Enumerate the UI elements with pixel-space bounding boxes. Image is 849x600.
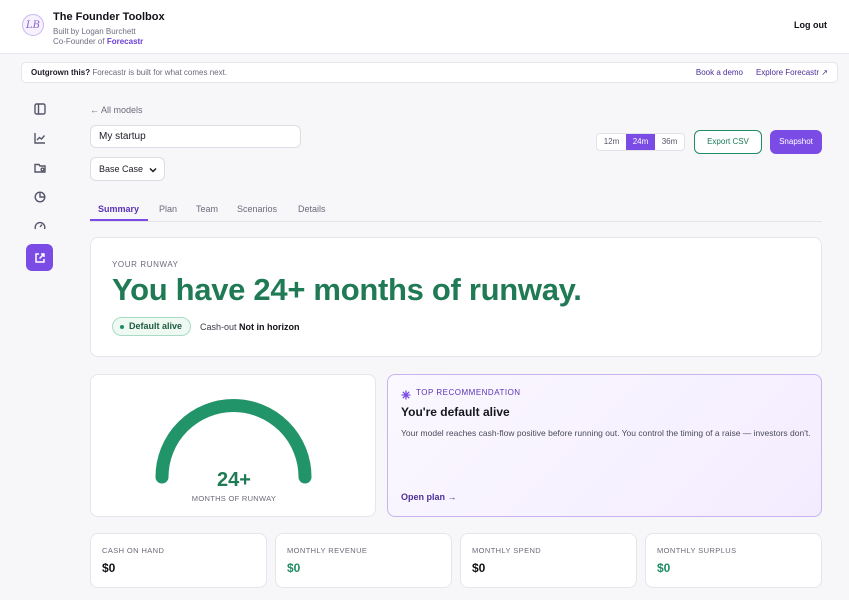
- tab-team[interactable]: Team: [196, 204, 218, 214]
- stat-monthly-spend: MONTHLY SPEND $0: [460, 533, 637, 588]
- runway-eyebrow: YOUR RUNWAY: [112, 260, 179, 269]
- upgrade-banner: Outgrown this? Forecastr is built for wh…: [21, 62, 838, 83]
- cofounder-prefix: Co-Founder of: [53, 37, 105, 46]
- runway-headline: You have 24+ months of runway.: [112, 272, 582, 307]
- logout-button[interactable]: Log out: [794, 20, 827, 30]
- cofounder-line: Co-Founder of Forecastr: [53, 37, 165, 47]
- stat-value: $0: [287, 561, 301, 575]
- snapshot-button[interactable]: Snapshot: [770, 130, 822, 154]
- horizon-toggle: 12m 24m 36m: [596, 133, 685, 151]
- explore-forecastr-link[interactable]: Explore Forecastr ↗: [756, 68, 828, 77]
- gauge-fill: [155, 399, 312, 484]
- stat-label: MONTHLY SPEND: [472, 546, 542, 555]
- stat-value: $0: [102, 561, 116, 575]
- runway-card: YOUR RUNWAY You have 24+ months of runwa…: [90, 237, 822, 357]
- banner-text: Outgrown this? Forecastr is built for wh…: [31, 68, 227, 77]
- panel-icon[interactable]: [33, 102, 46, 115]
- app-title: The Founder Toolbox: [53, 11, 165, 23]
- top-bar: LB The Founder Toolbox Built by Logan Bu…: [0, 0, 849, 54]
- chevron-down-icon: [148, 165, 158, 175]
- stat-label: CASH ON HAND: [102, 546, 165, 555]
- gauge-icon[interactable]: [33, 219, 46, 232]
- stat-value: $0: [657, 561, 671, 575]
- runway-gauge-card: 24+ MONTHS OF RUNWAY: [90, 374, 376, 517]
- logo-icon: LB: [22, 14, 44, 36]
- stat-label: MONTHLY SURPLUS: [657, 546, 737, 555]
- recommendation-card: TOP RECOMMENDATION You're default alive …: [387, 374, 822, 517]
- external-link-icon[interactable]: [26, 244, 53, 271]
- banner-lead: Outgrown this?: [31, 68, 91, 77]
- cashout-info: Cash-out Not in horizon: [200, 322, 300, 332]
- open-plan-link[interactable]: Open plan →: [401, 492, 457, 502]
- tab-plan[interactable]: Plan: [159, 204, 177, 214]
- scenario-select[interactable]: Base Case: [90, 157, 165, 181]
- recommendation-eyebrow: TOP RECOMMENDATION: [416, 388, 521, 397]
- banner-body: Forecastr is built for what comes next.: [92, 68, 228, 77]
- cashout-label: Cash-out: [200, 322, 237, 332]
- export-csv-button[interactable]: Export CSV: [694, 130, 762, 154]
- book-demo-link[interactable]: Book a demo: [696, 68, 743, 77]
- app-subtitle: Built by Logan Burchett: [53, 27, 136, 36]
- cofounder-brand-link[interactable]: Forecastr: [107, 37, 143, 46]
- brand-block: The Founder Toolbox Built by Logan Burch…: [53, 11, 165, 47]
- status-badge-label: Default alive: [129, 321, 183, 331]
- horizon-24m[interactable]: 24m: [626, 134, 655, 150]
- stat-monthly-revenue: MONTHLY REVENUE $0: [275, 533, 452, 588]
- chart-icon[interactable]: [33, 131, 46, 144]
- stat-cash-on-hand: CASH ON HAND $0: [90, 533, 267, 588]
- tab-summary[interactable]: Summary: [98, 204, 139, 214]
- tab-scenarios[interactable]: Scenarios: [237, 204, 277, 214]
- all-models-link[interactable]: ← All models: [90, 105, 143, 115]
- folder-icon[interactable]: [33, 161, 46, 174]
- tab-bar: Summary Plan Team Scenarios Details: [90, 200, 822, 222]
- model-name-input[interactable]: [90, 125, 301, 148]
- gauge-label: MONTHS OF RUNWAY: [191, 494, 277, 503]
- recommendation-title: You're default alive: [401, 405, 510, 419]
- stat-label: MONTHLY REVENUE: [287, 546, 368, 555]
- tab-details[interactable]: Details: [298, 204, 326, 214]
- recommendation-body: Your model reaches cash-flow positive be…: [401, 428, 811, 438]
- pie-icon[interactable]: [33, 190, 46, 203]
- stat-monthly-surplus: MONTHLY SURPLUS $0: [645, 533, 822, 588]
- gauge-track: [155, 399, 312, 484]
- gauge-value: 24+: [217, 469, 251, 491]
- horizon-36m[interactable]: 36m: [655, 134, 684, 150]
- sparkle-icon: [401, 387, 411, 400]
- cashout-value: Not in horizon: [239, 322, 300, 332]
- stat-value: $0: [472, 561, 486, 575]
- status-dot-icon: [120, 325, 124, 329]
- horizon-12m[interactable]: 12m: [597, 134, 626, 150]
- status-badge: Default alive: [112, 317, 192, 336]
- active-tab-indicator: [90, 219, 148, 221]
- scenario-select-value: Base Case: [99, 164, 144, 174]
